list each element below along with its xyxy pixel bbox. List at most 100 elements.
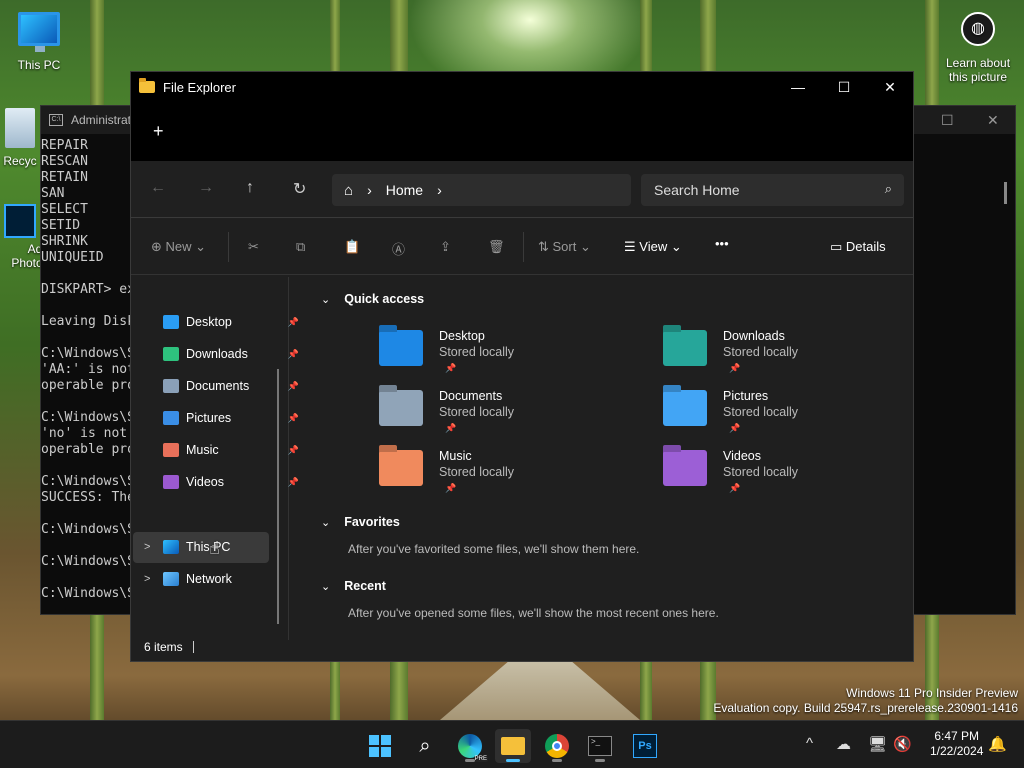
taskbar-file-explorer-button[interactable] — [495, 729, 531, 763]
folder-name: Documents — [439, 389, 503, 403]
address-row: ← → ↑ ↻ ⌂ › Home › Search Home ⌕ — [131, 161, 913, 219]
onedrive-icon[interactable]: ☁ — [836, 735, 851, 753]
music-folder-icon — [379, 450, 423, 486]
breadcrumb-separator[interactable]: › — [437, 182, 442, 198]
pin-icon: 📌 — [445, 483, 457, 493]
taskbar-edge-button[interactable]: PRE — [452, 729, 488, 763]
delete-icon[interactable]: 🗑 — [488, 239, 505, 255]
videos-icon — [163, 475, 179, 489]
recent-header[interactable]: ⌄ Recent — [321, 579, 386, 593]
maximize-button[interactable]: ☐ — [821, 72, 867, 102]
share-icon[interactable]: ⇪ — [440, 239, 451, 255]
breadcrumb-separator: › — [367, 182, 372, 198]
pin-icon: 📌 — [445, 363, 457, 373]
new-button[interactable]: ⊕ New ⌄ — [151, 239, 206, 255]
quick-access-desktop[interactable]: Desktop Stored locally 📌 — [379, 328, 514, 376]
quick-access-header[interactable]: ⌄ Quick access — [321, 292, 424, 306]
back-button[interactable]: ← — [150, 179, 166, 197]
chevron-up-icon[interactable]: ^ — [806, 735, 813, 752]
learn-about-picture[interactable]: ◍ Learn about this picture — [938, 12, 1018, 84]
sidebar-item-videos[interactable]: Videos 📌 — [163, 475, 299, 489]
file-explorer-window[interactable]: File Explorer — ☐ ✕ + ← → ↑ ↻ ⌂ › Home ›… — [130, 71, 914, 662]
volume-muted-icon[interactable]: 🔇 — [893, 735, 912, 753]
taskbar-chrome-button[interactable] — [539, 729, 575, 763]
new-tab-button[interactable]: + — [153, 121, 164, 142]
item-count: 6 items — [144, 640, 183, 654]
details-button[interactable]: ▭ Details — [830, 239, 886, 255]
sidebar-item-documents[interactable]: Documents 📌 — [163, 379, 299, 393]
monitor-icon — [163, 540, 179, 554]
taskbar-search-button[interactable]: ⌕ — [407, 729, 443, 763]
forward-button[interactable]: → — [198, 179, 214, 197]
paste-icon[interactable]: 📋 — [344, 239, 360, 255]
pin-icon: 📌 — [287, 380, 299, 391]
file-explorer-icon — [501, 737, 525, 755]
home-icon: ⌂ — [344, 181, 354, 199]
search-icon: ⌕ — [884, 181, 892, 196]
search-icon: ⌕ — [419, 734, 431, 757]
view-button[interactable]: ☰ View ⌄ — [624, 239, 682, 255]
sidebar-item-music[interactable]: Music 📌 — [163, 443, 299, 457]
pin-icon: 📌 — [287, 316, 299, 327]
edge-pre-icon: PRE — [458, 734, 488, 762]
sidebar-item-downloads[interactable]: Downloads 📌 — [163, 347, 299, 361]
quick-access-documents[interactable]: Documents Stored locally 📌 — [379, 388, 514, 436]
taskbar-terminal-button[interactable]: >_ — [582, 729, 618, 763]
sidebar-item-desktop[interactable]: Desktop 📌 — [163, 315, 299, 329]
close-icon[interactable]: ✕ — [987, 112, 999, 129]
sort-button[interactable]: ⇅ Sort ⌄ — [538, 239, 591, 255]
sidebar-item-pictures[interactable]: Pictures 📌 — [163, 411, 299, 425]
chevron-right-icon[interactable]: > — [144, 573, 150, 585]
favorites-empty-message: After you've favorited some files, we'll… — [348, 542, 640, 556]
quick-access-pictures[interactable]: Pictures Stored locally 📌 — [663, 388, 798, 436]
folder-location: Stored locally — [723, 345, 799, 359]
desktop-icon-this-pc[interactable]: This PC — [0, 12, 79, 72]
notification-bell-icon[interactable]: 🔔 — [988, 735, 1007, 753]
window-title: File Explorer — [163, 79, 236, 95]
recent-empty-message: After you've opened some files, we'll sh… — [348, 606, 719, 620]
explorer-titlebar[interactable]: File Explorer — ☐ ✕ — [131, 72, 913, 102]
maximize-icon[interactable]: ☐ — [941, 112, 954, 129]
search-input[interactable]: Search Home — [654, 182, 740, 198]
chevron-down-icon: ⌄ — [321, 580, 331, 593]
quick-access-videos[interactable]: Videos Stored locally 📌 — [663, 448, 798, 496]
terminal-icon: >_ — [588, 736, 612, 756]
favorites-header[interactable]: ⌄ Favorites — [321, 515, 400, 529]
quick-access-downloads[interactable]: Downloads Stored locally 📌 — [663, 328, 798, 376]
desktop-folder-icon — [379, 330, 423, 366]
copy-icon[interactable]: ⧉ — [296, 239, 305, 255]
close-button[interactable]: ✕ — [867, 72, 913, 102]
folder-name: Downloads — [723, 329, 785, 343]
up-button[interactable]: ↑ — [246, 179, 254, 197]
folder-location: Stored locally — [439, 345, 515, 359]
refresh-button[interactable]: ↻ — [293, 179, 306, 199]
cmd-scrollbar[interactable] — [1004, 182, 1007, 204]
minimize-button[interactable]: — — [775, 72, 821, 102]
rename-icon[interactable]: Ⓐ — [392, 239, 405, 258]
folder-name: Music — [439, 449, 472, 463]
tab-bar: + — [131, 102, 913, 161]
taskbar-photoshop-button[interactable]: Ps — [627, 729, 663, 763]
quick-access-music[interactable]: Music Stored locally 📌 — [379, 448, 514, 496]
start-button[interactable] — [362, 729, 398, 763]
folder-name: Videos — [723, 449, 761, 463]
clock[interactable]: 6:47 PM 1/22/2024 — [930, 729, 983, 759]
sidebar-item-network[interactable]: Network — [163, 572, 273, 586]
pin-icon: 📌 — [287, 444, 299, 455]
folder-name: Pictures — [723, 389, 769, 403]
search-box[interactable]: Search Home ⌕ — [641, 174, 904, 206]
network-icon[interactable]: 🖥 — [868, 735, 887, 753]
chevron-right-icon[interactable]: > — [144, 541, 150, 553]
chrome-icon — [545, 734, 569, 758]
build-watermark: Windows 11 Pro Insider Preview Evaluatio… — [713, 686, 1018, 715]
breadcrumb-home[interactable]: Home — [386, 182, 423, 198]
more-options-button[interactable]: ••• — [715, 236, 729, 251]
pin-icon: 📌 — [287, 348, 299, 359]
folder-location: Stored locally — [439, 465, 515, 479]
sidebar-scrollbar[interactable] — [277, 369, 279, 624]
folder-name: Desktop — [439, 329, 485, 343]
pin-icon: 📌 — [729, 483, 741, 493]
cut-icon[interactable]: ✂ — [248, 239, 259, 255]
status-bar: 6 items — [131, 633, 913, 661]
address-bar[interactable]: ⌂ › Home › — [332, 174, 631, 206]
